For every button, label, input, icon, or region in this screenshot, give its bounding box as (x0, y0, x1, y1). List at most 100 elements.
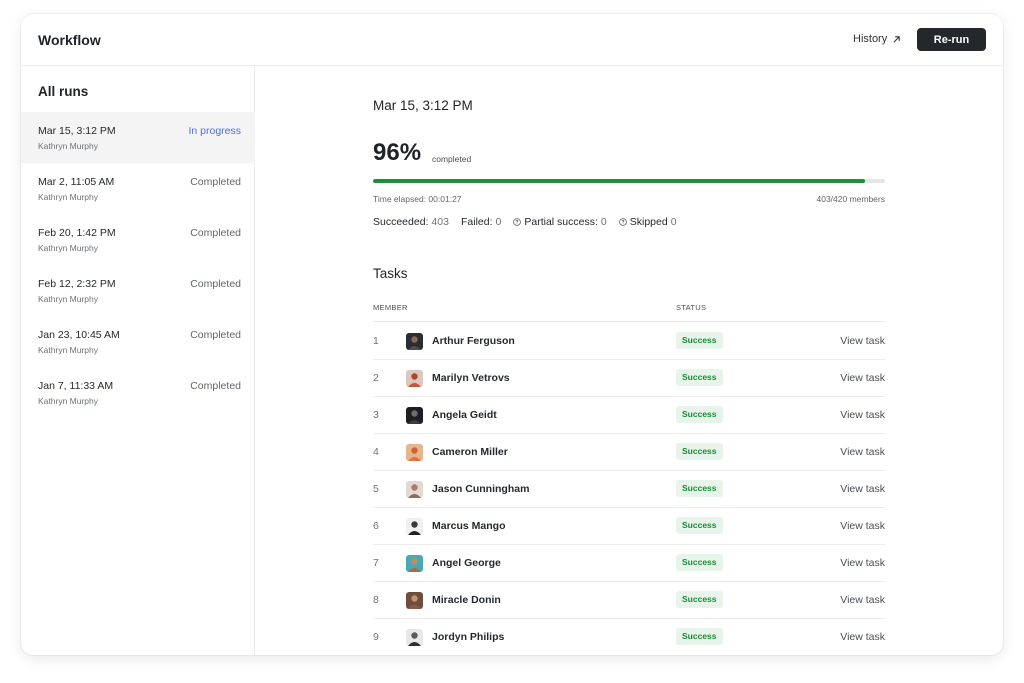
view-task-link[interactable]: View task (840, 483, 885, 495)
stat-partial-label: Partial success: (524, 216, 598, 228)
sidebar-title: All runs (38, 84, 89, 99)
tasks-table-header: MEMBER STATUS (373, 303, 885, 322)
run-heading: Mar 15, 3:12 PM (373, 98, 473, 113)
status-badge: Success (676, 480, 723, 497)
status-badge: Success (676, 517, 723, 534)
tasks-table: 1 Arthur Ferguson Success View task 2 Ma… (373, 323, 885, 655)
avatar (406, 592, 423, 609)
run-user: Kathryn Murphy (38, 396, 98, 406)
run-date: Jan 23, 10:45 AM (38, 329, 120, 341)
status-badge: Success (676, 406, 723, 423)
avatar (406, 444, 423, 461)
run-user: Kathryn Murphy (38, 294, 98, 304)
table-row: 7 Angel George Success View task (373, 545, 885, 582)
row-index: 9 (373, 631, 379, 643)
run-list: Mar 15, 3:12 PM Kathryn Murphy In progre… (21, 112, 255, 418)
run-item[interactable]: Jan 23, 10:45 AM Kathryn Murphy Complete… (21, 316, 255, 367)
progress-fill (373, 179, 865, 183)
view-task-link[interactable]: View task (840, 557, 885, 569)
status-badge: Success (676, 628, 723, 645)
view-task-link[interactable]: View task (840, 446, 885, 458)
run-status: In progress (188, 125, 241, 137)
table-row: 2 Marilyn Vetrovs Success View task (373, 360, 885, 397)
avatar (406, 629, 423, 646)
row-index: 3 (373, 409, 379, 421)
column-header-member: MEMBER (373, 303, 408, 312)
column-header-status: STATUS (676, 303, 707, 312)
run-detail: Mar 15, 3:12 PM 96% completed Time elaps… (256, 67, 1003, 655)
run-date: Feb 12, 2:32 PM (38, 278, 116, 290)
progress-percent: 96% (373, 139, 422, 166)
table-row: 9 Jordyn Philips Success View task (373, 619, 885, 655)
view-task-link[interactable]: View task (840, 594, 885, 606)
run-item[interactable]: Feb 20, 1:42 PM Kathryn Murphy Completed (21, 214, 255, 265)
stat-failed-label: Failed: (461, 216, 493, 228)
table-row: 3 Angela Geidt Success View task (373, 397, 885, 434)
run-item[interactable]: Feb 12, 2:32 PM Kathryn Murphy Completed (21, 265, 255, 316)
progress-bar (373, 179, 885, 183)
row-index: 5 (373, 483, 379, 495)
table-row: 5 Jason Cunningham Success View task (373, 471, 885, 508)
member-name: Marcus Mango (432, 520, 506, 532)
run-item[interactable]: Mar 2, 11:05 AM Kathryn Murphy Completed (21, 163, 255, 214)
avatar (406, 555, 423, 572)
member-name: Angela Geidt (432, 409, 497, 421)
row-index: 6 (373, 520, 379, 532)
stat-succeeded-label: Succeeded: (373, 216, 429, 228)
status-badge: Success (676, 332, 723, 349)
run-item[interactable]: Jan 7, 11:33 AM Kathryn Murphy Completed (21, 367, 255, 418)
row-index: 4 (373, 446, 379, 458)
stat-partial-value: 0 (600, 216, 607, 228)
member-name: Miracle Donin (432, 594, 501, 606)
question-circle-icon (513, 218, 522, 226)
view-task-link[interactable]: View task (840, 631, 885, 643)
run-user: Kathryn Murphy (38, 345, 98, 355)
row-index: 2 (373, 372, 379, 384)
history-link[interactable]: History (853, 33, 901, 45)
run-item[interactable]: Mar 15, 3:12 PM Kathryn Murphy In progre… (21, 112, 255, 163)
table-row: 4 Cameron Miller Success View task (373, 434, 885, 471)
run-user: Kathryn Murphy (38, 141, 98, 151)
time-elapsed: Time elapsed: 00:01:27 (373, 194, 462, 204)
history-label: History (853, 33, 888, 45)
avatar (406, 370, 423, 387)
question-circle-icon (618, 218, 627, 226)
run-status: Completed (190, 329, 241, 341)
member-name: Jason Cunningham (432, 483, 530, 495)
table-row: 1 Arthur Ferguson Success View task (373, 323, 885, 360)
member-name: Arthur Ferguson (432, 335, 515, 347)
stat-skipped: Skipped 0 (618, 216, 677, 228)
avatar (406, 518, 423, 535)
status-badge: Success (676, 443, 723, 460)
top-bar: Workflow History Re-run (21, 14, 1003, 66)
runs-sidebar: All runs Mar 15, 3:12 PM Kathryn Murphy … (21, 67, 255, 655)
row-index: 1 (373, 335, 379, 347)
stat-skipped-label: Skipped (629, 216, 668, 228)
stat-failed-value: 0 (495, 216, 502, 228)
run-status: Completed (190, 176, 241, 188)
progress-percent-label: completed (432, 154, 472, 164)
member-name: Cameron Miller (432, 446, 508, 458)
app-title: Workflow (38, 32, 101, 48)
run-status: Completed (190, 278, 241, 290)
tasks-title: Tasks (373, 266, 408, 281)
avatar (406, 481, 423, 498)
run-date: Mar 15, 3:12 PM (38, 125, 116, 137)
run-user: Kathryn Murphy (38, 192, 98, 202)
status-badge: Success (676, 369, 723, 386)
member-name: Jordyn Philips (432, 631, 505, 643)
avatar (406, 407, 423, 424)
view-task-link[interactable]: View task (840, 372, 885, 384)
run-user: Kathryn Murphy (38, 243, 98, 253)
rerun-button[interactable]: Re-run (917, 28, 986, 51)
view-task-link[interactable]: View task (840, 335, 885, 347)
status-badge: Success (676, 554, 723, 571)
run-date: Feb 20, 1:42 PM (38, 227, 116, 239)
run-stats: Succeeded: 403 Failed: 0 Partial success… (373, 216, 677, 228)
view-task-link[interactable]: View task (840, 520, 885, 532)
stat-failed: Failed: 0 (461, 216, 501, 228)
run-date: Mar 2, 11:05 AM (38, 176, 115, 188)
row-index: 8 (373, 594, 379, 606)
view-task-link[interactable]: View task (840, 409, 885, 421)
status-badge: Success (676, 591, 723, 608)
